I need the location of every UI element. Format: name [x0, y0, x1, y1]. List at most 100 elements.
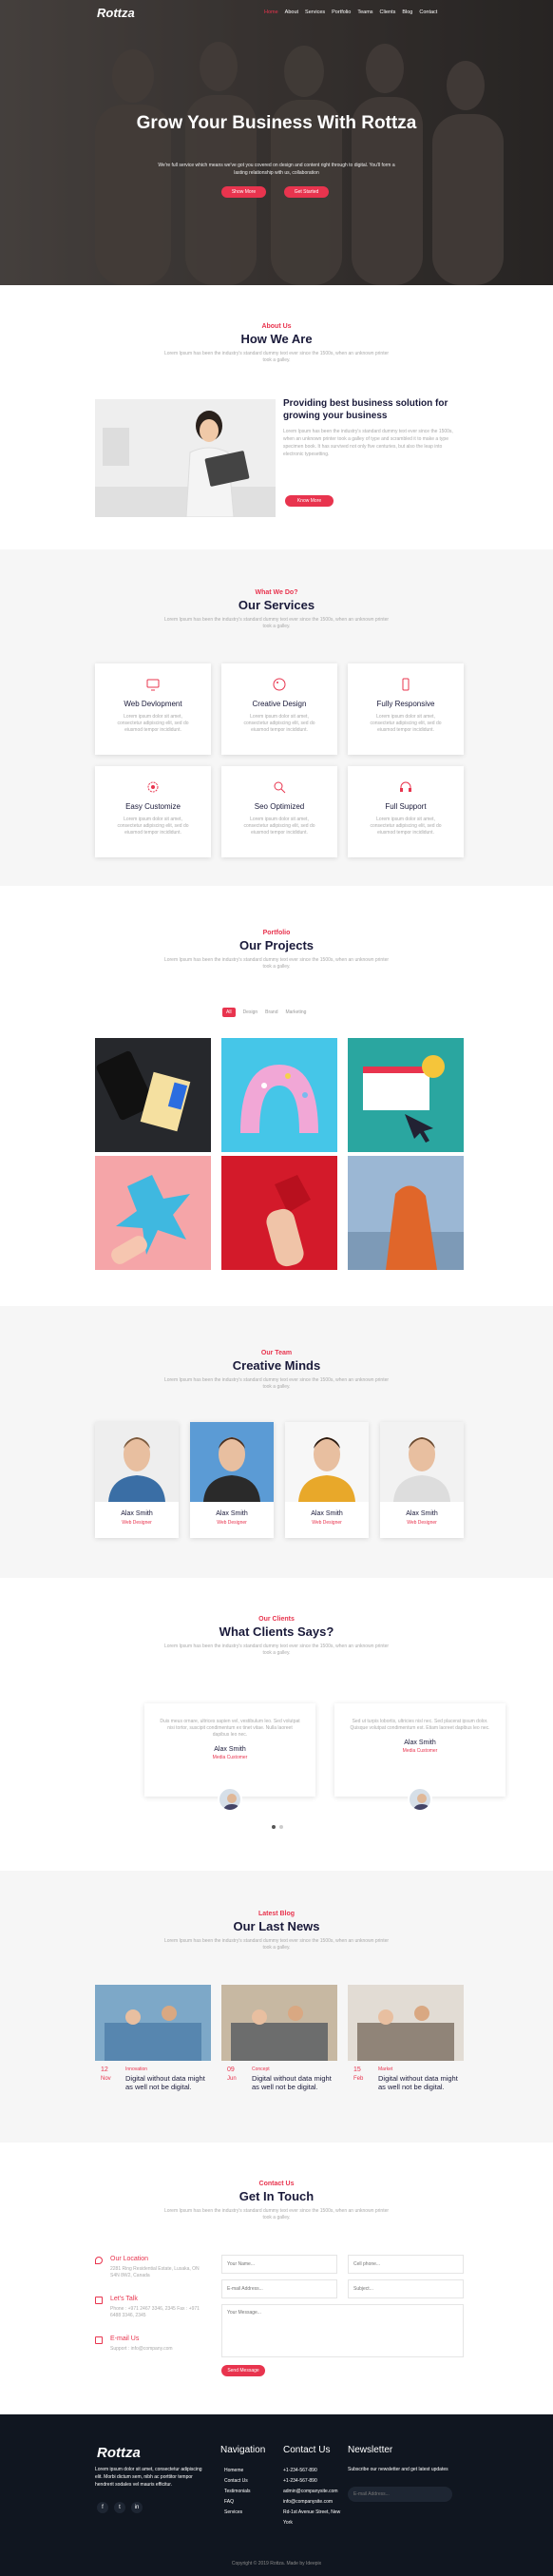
show-more-button[interactable]: Show More: [221, 186, 266, 198]
portfolio-item-orange[interactable]: [348, 1156, 464, 1270]
team-section: Our Team Creative Minds Lorem Ipsum has …: [0, 1306, 553, 1578]
service-text: Lorem ipsum dolor sit amet, consectetur …: [117, 714, 189, 733]
section-title: Our Projects: [238, 938, 315, 952]
service-text: Lorem ipsum dolor sit amet, consectetur …: [243, 714, 315, 733]
know-more-button[interactable]: Know More: [285, 495, 334, 507]
section-subtitle: About Us: [261, 323, 292, 330]
message-textarea[interactable]: [221, 2304, 464, 2357]
contact-label: E-mail Us: [110, 2336, 140, 2342]
subject-input[interactable]: [348, 2279, 464, 2298]
nav-link-teams[interactable]: Teams: [357, 10, 372, 15]
section-desc: Lorem Ipsum has been the industry's stan…: [163, 957, 390, 970]
linkedin-icon[interactable]: in: [131, 2502, 143, 2513]
blog-card[interactable]: 09 Jun Concept Digital without data might a…: [221, 1985, 337, 2106]
hero-title: Grow Your Business With Rottza: [136, 113, 417, 133]
about-section: About Us How We Are Lorem Ipsum has been…: [0, 285, 553, 549]
service-card[interactable]: Full Support Lorem ipsum dolor sit amet, …: [348, 766, 464, 857]
copyright: Copyright © 2019 Rottza. Made by Ideepix: [231, 2561, 322, 2566]
blog-card[interactable]: 15 Feb Market Digital without data might as…: [348, 1985, 464, 2106]
about-heading: Providing best business solution for gro…: [283, 398, 448, 421]
team-card[interactable]: Alax Smith Web Designer: [190, 1422, 274, 1538]
contact-text: Support : info@company.com: [110, 2346, 173, 2352]
section-desc: Lorem Ipsum has been the industry's stan…: [163, 1938, 390, 1951]
portfolio-item-leaf[interactable]: [95, 1156, 211, 1270]
portfolio-filters: All Design Brand Marketing: [222, 1008, 306, 1017]
portfolio-item-red[interactable]: [221, 1156, 337, 1270]
section-title: Creative Minds: [232, 1358, 321, 1373]
blog-title[interactable]: Digital without data might as well not b…: [252, 2074, 334, 2091]
testimonial-name: Alax Smith: [214, 1746, 246, 1753]
footer-nav-link[interactable]: Contact Us: [224, 2476, 251, 2487]
service-card[interactable]: Fully Responsive Lorem ipsum dolor sit am…: [348, 663, 464, 755]
twitter-icon[interactable]: t: [114, 2502, 125, 2513]
blog-card[interactable]: 12 Nov Innovation Digital without data migh…: [95, 1985, 211, 2106]
filter-brand[interactable]: Brand: [265, 1009, 277, 1015]
portfolio-item-donut[interactable]: [221, 1038, 337, 1152]
service-card[interactable]: Web Devlopment Lorem ipsum dolor sit amet…: [95, 663, 211, 755]
nav-link-portfolio[interactable]: Portfolio: [332, 10, 351, 15]
mail-icon: [95, 2336, 103, 2344]
section-desc: Lorem Ipsum has been the industry's stan…: [163, 2208, 390, 2220]
footer-nav-link[interactable]: FAQ: [224, 2497, 251, 2508]
avatar: [218, 1787, 242, 1812]
logo[interactable]: Rottza: [97, 6, 135, 20]
service-title: Easy Customize: [125, 802, 181, 811]
team-card[interactable]: Alax Smith Web Designer: [95, 1422, 179, 1538]
section-title: Our Last News: [233, 1919, 320, 1933]
nav-link-blog[interactable]: Blog: [402, 10, 412, 15]
nav-link-contact[interactable]: Contact: [419, 10, 437, 15]
dot[interactable]: [279, 1825, 283, 1829]
service-card[interactable]: Seo Optimized Lorem ipsum dolor sit amet,…: [221, 766, 337, 857]
footer-contact-item: Rd-1st Avenue Street, New York: [283, 2509, 341, 2526]
footer-contact: +1-234-567-890 +1-234-567-890 admin@compan…: [283, 2466, 342, 2528]
footer-nav-link[interactable]: Homeme: [224, 2466, 251, 2476]
footer-contact-title: Contact Us: [283, 2445, 331, 2455]
blog-category: Innovation: [125, 2067, 148, 2072]
nav-link-home[interactable]: Home: [264, 10, 278, 15]
phone-icon: [95, 2297, 103, 2304]
team-card[interactable]: Alax Smith Web Designer: [285, 1422, 369, 1538]
section-title: Our Services: [238, 598, 315, 612]
footer-nav-link[interactable]: Testimonials: [224, 2487, 251, 2497]
blog-title[interactable]: Digital without data might as well not b…: [378, 2074, 460, 2091]
service-title: Creative Design: [252, 700, 307, 708]
filter-design[interactable]: Design: [243, 1009, 258, 1015]
email-input[interactable]: [221, 2279, 337, 2298]
facebook-icon[interactable]: f: [97, 2502, 108, 2513]
service-card[interactable]: Easy Customize Lorem ipsum dolor sit amet…: [95, 766, 211, 857]
footer-logo[interactable]: Rottza: [97, 2445, 141, 2461]
filter-marketing[interactable]: Marketing: [285, 1009, 306, 1015]
phone-input[interactable]: [348, 2255, 464, 2274]
contact-label: Our Location: [110, 2256, 149, 2262]
name-input[interactable]: [221, 2255, 337, 2274]
send-message-button[interactable]: Send Message: [221, 2365, 265, 2376]
service-text: Lorem ipsum dolor sit amet, consectetur …: [370, 714, 442, 733]
blog-category: Concept: [252, 2067, 270, 2072]
portfolio-section: Portfolio Our Projects Lorem Ipsum has b…: [0, 886, 553, 1306]
team-name: Alax Smith: [216, 1510, 248, 1517]
footer-nav-link[interactable]: Services: [224, 2508, 251, 2518]
portfolio-item-web[interactable]: [348, 1038, 464, 1152]
blog-day: 09: [227, 2067, 235, 2073]
blog-month: Nov: [101, 2076, 111, 2082]
team-card[interactable]: Alax Smith Web Designer: [380, 1422, 464, 1538]
footer-nav-title: Navigation: [220, 2445, 266, 2455]
team-name: Alax Smith: [121, 1510, 153, 1517]
testimonial-text: Duis meus ornare, ultrices sapien vel, v…: [160, 1719, 300, 1738]
nav-link-clients[interactable]: Clients: [380, 10, 396, 15]
team-photo: [285, 1422, 369, 1502]
filter-all[interactable]: All: [222, 1008, 236, 1017]
nav-link-about[interactable]: About: [285, 10, 298, 15]
get-started-button[interactable]: Get Started: [284, 186, 329, 198]
portfolio-item-phone[interactable]: [95, 1038, 211, 1152]
nav-link-services[interactable]: Services: [305, 10, 325, 15]
blog-image: [95, 1985, 211, 2061]
blog-title[interactable]: Digital without data might as well not b…: [125, 2074, 207, 2091]
testimonial-text: Sed ut turpis lobortis, ultricies nisl n…: [350, 1719, 490, 1731]
service-card[interactable]: Creative Design Lorem ipsum dolor sit ame…: [221, 663, 337, 755]
testimonial-name: Alax Smith: [404, 1740, 436, 1746]
gear-icon: [145, 779, 161, 795]
section-subtitle: Our Team: [260, 1350, 293, 1356]
newsletter-input[interactable]: [348, 2487, 452, 2502]
dot-active[interactable]: [272, 1825, 276, 1829]
